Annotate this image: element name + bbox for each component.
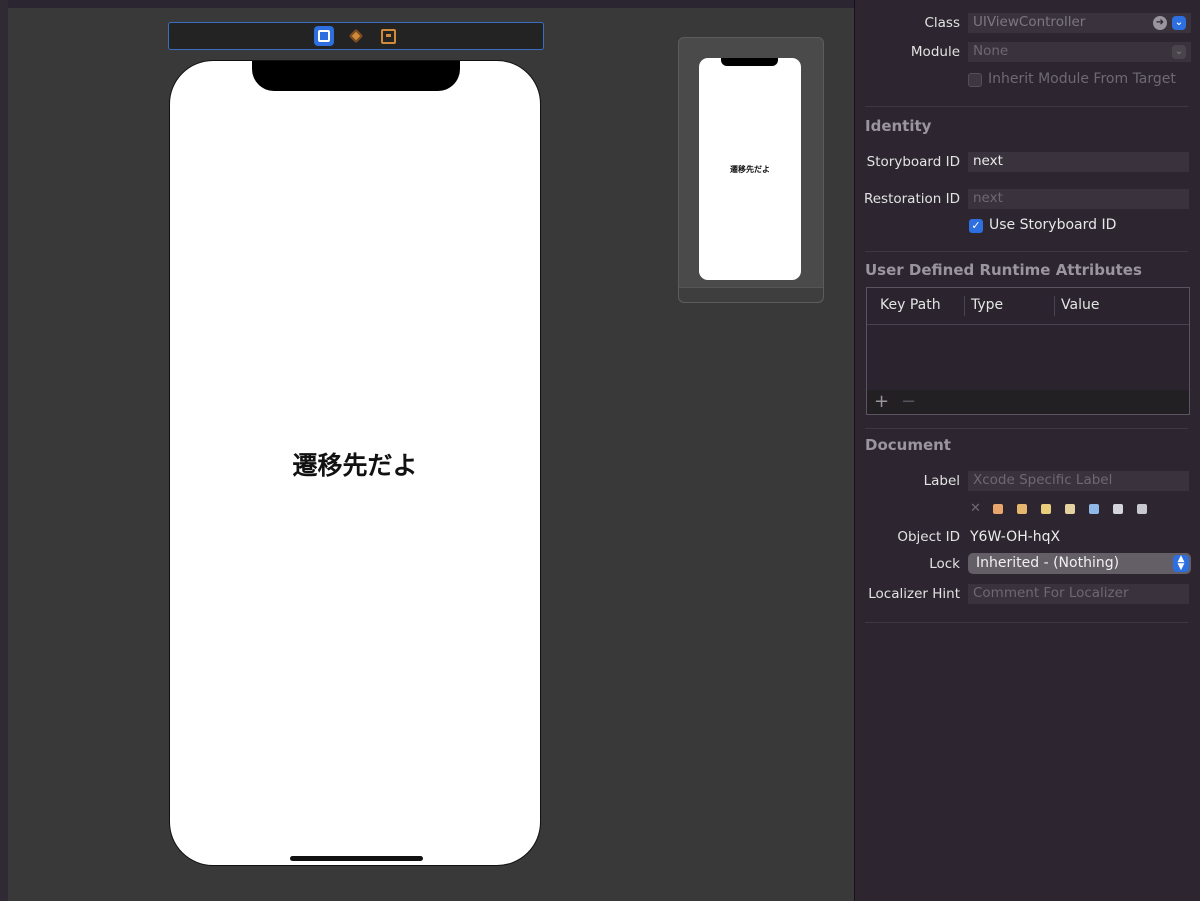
identity-inspector: Class UIViewController ➜ ⌄ Module None ⌄…	[854, 0, 1200, 901]
go-to-class-icon[interactable]: ➜	[1153, 16, 1167, 30]
class-value: UIViewController	[973, 14, 1086, 30]
module-field[interactable]: None ⌄	[968, 42, 1191, 62]
lock-popup[interactable]: Inherited - (Nothing) ▲ ▼	[968, 553, 1191, 574]
restoration-id-row: Restoration ID next	[855, 188, 1200, 210]
column-divider	[1054, 296, 1055, 316]
storyboard-id-label: Storyboard ID	[866, 154, 960, 170]
popup-stepper-icon: ▲ ▼	[1173, 555, 1189, 572]
module-dropdown-icon[interactable]: ⌄	[1172, 45, 1186, 59]
color-swatch-gray[interactable]	[1137, 504, 1147, 514]
exit-icon[interactable]	[378, 26, 398, 46]
runtime-attributes-section-title: User Defined Runtime Attributes	[865, 261, 1142, 279]
color-swatch-yellow[interactable]	[1041, 504, 1051, 514]
inherit-module-label: Inherit Module From Target	[988, 71, 1176, 87]
column-value[interactable]: Value	[1061, 297, 1099, 313]
class-dropdown-icon[interactable]: ⌄	[1172, 16, 1186, 30]
label-placeholder: Xcode Specific Label	[973, 472, 1113, 488]
color-swatch-tan[interactable]	[1065, 504, 1075, 514]
inherit-module-checkbox[interactable]	[968, 73, 982, 87]
thumbnail-notch	[721, 58, 778, 66]
canvas-top-strip	[0, 0, 854, 8]
localizer-field[interactable]: Comment For Localizer	[968, 584, 1189, 604]
storyboard-id-value: next	[973, 153, 1003, 169]
clear-color-icon[interactable]: ✕	[970, 501, 981, 516]
view-controller-icon[interactable]	[314, 26, 334, 46]
storyboard-id-field[interactable]: next	[968, 152, 1189, 172]
label-field[interactable]: Xcode Specific Label	[968, 471, 1189, 491]
remove-attribute-button[interactable]: −	[901, 391, 916, 412]
class-field[interactable]: UIViewController ➜ ⌄	[968, 13, 1191, 33]
separator	[865, 622, 1188, 623]
lock-value: Inherited - (Nothing)	[976, 555, 1120, 571]
scene-thumbnail[interactable]: 遷移先だよ	[678, 37, 824, 303]
column-divider	[964, 296, 965, 316]
document-section-title: Document	[865, 436, 951, 454]
use-storyboard-id-label: Use Storyboard ID	[989, 217, 1117, 233]
storyboard-id-row: Storyboard ID next	[855, 151, 1200, 173]
identity-section-title: Identity	[865, 117, 932, 135]
restoration-id-placeholder: next	[973, 190, 1003, 206]
device-notch	[252, 61, 460, 91]
color-swatch-light-gray[interactable]	[1113, 504, 1123, 514]
module-label: Module	[910, 44, 960, 60]
view-controller-scene[interactable]: 遷移先だよ	[169, 60, 541, 866]
module-value: None	[973, 43, 1009, 59]
canvas-left-strip	[0, 0, 8, 901]
class-label: Class	[924, 15, 960, 31]
color-swatch-orange[interactable]	[993, 504, 1003, 514]
first-responder-icon[interactable]	[346, 26, 366, 46]
transition-label[interactable]: 遷移先だよ	[170, 446, 540, 482]
color-swatch-amber[interactable]	[1017, 504, 1027, 514]
storyboard-canvas[interactable]: 遷移先だよ 遷移先だよ	[0, 0, 854, 901]
table-header: Key Path Type Value	[867, 288, 1189, 325]
label-row: Label Xcode Specific Label	[855, 470, 1200, 492]
separator	[865, 251, 1188, 252]
object-id-label: Object ID	[897, 529, 960, 545]
object-id-row: Object ID Y6W-OH-hqX	[855, 526, 1200, 548]
thumbnail-phone: 遷移先だよ	[699, 58, 801, 280]
separator	[865, 428, 1188, 429]
separator	[865, 106, 1188, 107]
column-type[interactable]: Type	[971, 297, 1003, 313]
add-attribute-button[interactable]: +	[874, 391, 889, 412]
scene-dock	[168, 22, 544, 50]
column-key-path[interactable]: Key Path	[880, 297, 941, 313]
restoration-id-label: Restoration ID	[863, 191, 960, 207]
color-swatch-blue[interactable]	[1089, 504, 1099, 514]
home-indicator	[290, 856, 423, 861]
localizer-placeholder: Comment For Localizer	[973, 585, 1129, 601]
module-row: Module None ⌄	[855, 41, 1200, 63]
table-footer: + −	[867, 390, 1189, 414]
use-storyboard-id-checkbox[interactable]: ✓	[969, 219, 983, 233]
thumbnail-label: 遷移先だよ	[730, 165, 770, 174]
localizer-label: Localizer Hint	[868, 586, 960, 602]
class-row: Class UIViewController ➜ ⌄	[855, 12, 1200, 34]
restoration-id-field[interactable]: next	[968, 189, 1189, 209]
thumbnail-footer	[679, 287, 823, 302]
object-id-value: Y6W-OH-hqX	[970, 529, 1061, 545]
runtime-attributes-table[interactable]: Key Path Type Value + −	[866, 287, 1190, 415]
localizer-row: Localizer Hint Comment For Localizer	[855, 583, 1200, 605]
label-label: Label	[923, 473, 960, 489]
lock-label: Lock	[929, 556, 960, 572]
